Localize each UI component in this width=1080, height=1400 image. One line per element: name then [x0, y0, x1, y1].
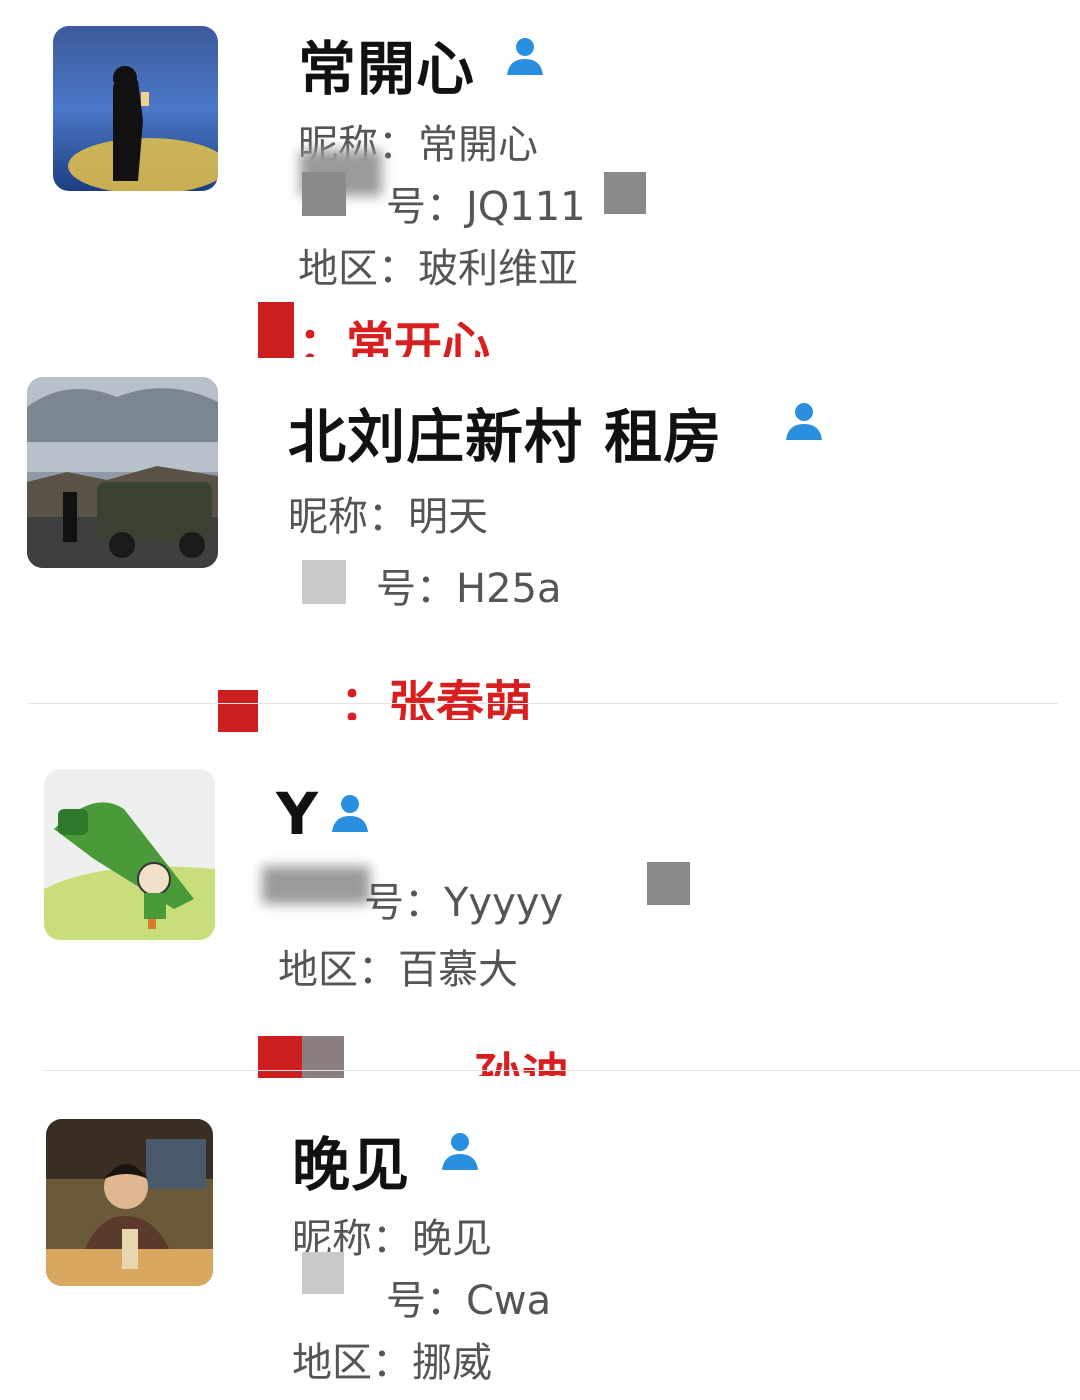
redaction [647, 862, 690, 905]
nickname-value: 晚见 [412, 1216, 492, 1262]
id-value: Yyyyy [444, 880, 564, 926]
remark-text: ：张春萌 [340, 676, 533, 720]
remark-text: ：常开心 [298, 317, 491, 357]
redaction [302, 560, 346, 604]
redaction [258, 1036, 302, 1078]
region-value: 百慕大 [398, 947, 518, 993]
redaction [604, 172, 646, 214]
id-row: 号：JQ111 [386, 174, 586, 232]
person-icon [786, 403, 822, 440]
contact-name: 晚见 [292, 1131, 411, 1199]
id-value: Cwa [466, 1278, 552, 1324]
avatar[interactable] [46, 1119, 213, 1286]
redaction [218, 690, 258, 732]
divider [44, 1070, 1080, 1071]
id-label: 号： [386, 1278, 466, 1324]
avatar[interactable] [44, 769, 215, 940]
nickname-row: 昵称：明天 [288, 484, 488, 542]
region-value: 玻利维亚 [418, 246, 578, 292]
region-label: 地区： [292, 1340, 412, 1386]
redaction [262, 866, 370, 904]
region-label: 地区： [278, 947, 398, 993]
id-row: 号：Yyyyy [364, 870, 563, 928]
id-value: H25a [456, 566, 562, 612]
id-label: 号： [386, 184, 466, 230]
redaction [258, 302, 294, 358]
id-label: 号： [376, 566, 456, 612]
contact-name: Y [276, 780, 319, 848]
id-label: 号： [364, 880, 444, 926]
redaction [302, 1252, 344, 1294]
person-icon [442, 1133, 478, 1170]
avatar[interactable] [53, 26, 218, 191]
nickname-label: 昵称： [288, 494, 408, 540]
person-icon [332, 795, 368, 832]
region-row: 地区：挪威 [292, 1330, 492, 1388]
person-icon [507, 38, 543, 75]
contact-name: 常開心 [298, 35, 476, 103]
redaction [302, 1036, 344, 1078]
region-value: 挪威 [412, 1340, 492, 1386]
id-row: 号：H25a [376, 556, 562, 614]
avatar[interactable] [27, 377, 218, 568]
region-row: 地区：玻利维亚 [298, 236, 578, 294]
nickname-value: 明天 [408, 494, 488, 540]
id-row: 号：Cwa [386, 1268, 551, 1326]
redaction [302, 172, 346, 216]
id-value: JQ111 [466, 184, 586, 230]
region-label: 地区： [298, 246, 418, 292]
region-row: 地区：百慕大 [278, 937, 518, 995]
contact-name: 北刘庄新村 租房 [288, 403, 723, 471]
divider [28, 703, 1058, 704]
nickname-value: 常開心 [418, 122, 538, 168]
